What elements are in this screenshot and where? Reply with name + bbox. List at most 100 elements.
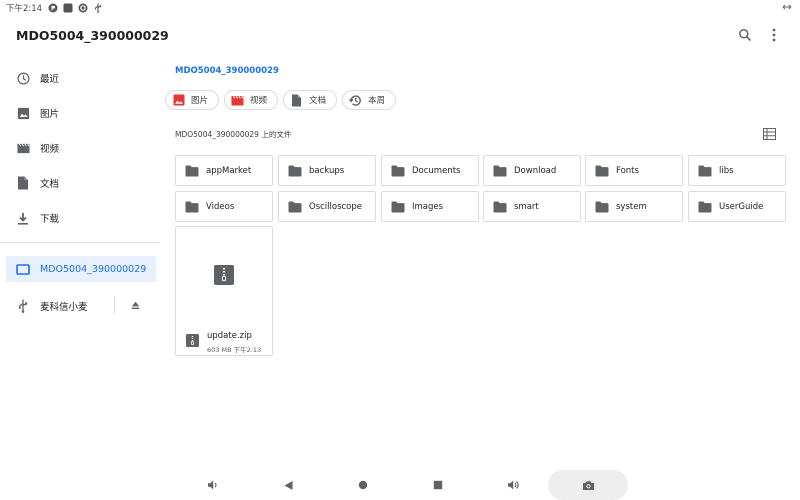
folder-icon [698, 201, 712, 213]
document-icon [290, 94, 303, 107]
navigation-drawer: 最近 图片 视频 文档 下载 MDO5004_390000029 麦科信小麦 [0, 60, 160, 440]
list-view-icon[interactable] [763, 128, 776, 140]
folder-name: Images [412, 201, 444, 212]
sidebar-item-images[interactable]: 图片 [0, 100, 160, 126]
folder-icon [493, 201, 507, 213]
chip-documents[interactable]: 文档 [283, 90, 338, 110]
app-notification-icon [48, 3, 58, 13]
volume-down-icon[interactable] [206, 478, 220, 492]
back-icon[interactable] [281, 478, 295, 492]
sidebar-item-device-storage[interactable]: MDO5004_390000029 [6, 256, 156, 282]
sidebar-item-downloads[interactable]: 下载 [0, 205, 160, 231]
video-icon [16, 141, 30, 155]
camera-icon [582, 480, 595, 491]
breadcrumb[interactable]: MDO5004_390000029 [175, 66, 279, 76]
file-name: update.zip [207, 331, 252, 341]
folder-name: Videos [206, 201, 235, 212]
folder-icon [288, 165, 302, 177]
folder-name: UserGuide [719, 201, 764, 212]
status-bar: 下午2:14 [0, 0, 800, 16]
chip-label: 文档 [309, 96, 327, 106]
image-icon [16, 106, 30, 120]
sidebar-item-label: 视频 [40, 144, 60, 155]
zip-icon [214, 265, 234, 285]
swap-arrows-icon [782, 2, 792, 12]
file-card[interactable]: update.zip 603 MB 下午2:13 [175, 226, 273, 356]
file-meta: 603 MB 下午2:13 [207, 346, 262, 354]
volume-up-icon[interactable] [506, 478, 520, 492]
folder-tile[interactable]: system [585, 191, 683, 222]
folder-tile[interactable]: backups [278, 155, 376, 186]
eject-separator [114, 296, 115, 314]
folder-name: Download [514, 165, 557, 176]
folder-icon [493, 165, 507, 177]
usb-icon [16, 299, 30, 313]
folder-name: Documents [412, 165, 461, 176]
folder-icon [698, 165, 712, 177]
folder-icon [185, 165, 199, 177]
square-notification-icon [63, 3, 73, 13]
folder-icon [391, 165, 405, 177]
home-icon[interactable] [356, 478, 370, 492]
chip-videos[interactable]: 视频 [224, 90, 279, 110]
sidebar-item-documents[interactable]: 文档 [0, 170, 160, 196]
folder-name: smart [514, 201, 539, 212]
filter-chips: 图片 视频 文档 本周 [165, 90, 397, 110]
folder-tile[interactable]: Download [483, 155, 581, 186]
folder-tile[interactable]: appMarket [175, 155, 273, 186]
folder-name: libs [719, 165, 734, 176]
usb-notification-icon [93, 3, 103, 13]
clock-icon [16, 71, 30, 85]
sync-notification-icon [78, 3, 88, 13]
folder-tile[interactable]: Fonts [585, 155, 683, 186]
sidebar-item-label: 最近 [40, 74, 60, 85]
search-icon[interactable] [736, 26, 754, 44]
folder-tile[interactable]: Oscilloscope [278, 191, 376, 222]
app-bar: MDO5004_390000029 [0, 16, 800, 54]
folder-name: Fonts [616, 165, 639, 176]
system-navigation-bar [0, 470, 800, 500]
image-icon [172, 94, 185, 107]
video-icon [231, 94, 244, 107]
sidebar-item-label: 图片 [40, 109, 60, 120]
sidebar-divider-bottom [0, 242, 160, 243]
device-icon [16, 262, 30, 276]
screenshot-button[interactable] [548, 470, 628, 500]
chip-images[interactable]: 图片 [165, 90, 220, 110]
chip-label: 图片 [191, 96, 209, 106]
sidebar-item-recent[interactable]: 最近 [0, 65, 160, 91]
history-icon [349, 94, 362, 107]
folder-icon [185, 201, 199, 213]
folder-icon [595, 165, 609, 177]
zip-icon [186, 334, 199, 347]
folder-tile[interactable]: Images [381, 191, 479, 222]
folder-tile[interactable]: UserGuide [688, 191, 786, 222]
chip-this-week[interactable]: 本周 [342, 90, 397, 110]
folder-name: Oscilloscope [309, 201, 363, 212]
recents-icon[interactable] [431, 478, 445, 492]
page-title: MDO5004_390000029 [16, 28, 169, 43]
sidebar-item-label: MDO5004_390000029 [40, 263, 147, 275]
sidebar-item-label: 下载 [40, 214, 60, 225]
folder-name: system [616, 201, 647, 212]
sidebar-item-videos[interactable]: 视频 [0, 135, 160, 161]
sidebar-item-label: 文档 [40, 179, 60, 190]
folder-tile[interactable]: smart [483, 191, 581, 222]
section-label: MDO5004_390000029 上的文件 [175, 130, 292, 139]
folder-tile[interactable]: libs [688, 155, 786, 186]
folder-icon [288, 201, 302, 213]
folder-tile[interactable]: Videos [175, 191, 273, 222]
folder-icon [391, 201, 405, 213]
folder-tile[interactable]: Documents [381, 155, 479, 186]
chip-label: 视频 [250, 96, 268, 106]
chip-label: 本周 [368, 96, 386, 106]
download-icon [16, 211, 30, 225]
document-icon [16, 176, 30, 190]
folder-icon [595, 201, 609, 213]
folder-name: backups [309, 165, 345, 176]
sidebar-item-label: 麦科信小麦 [40, 302, 88, 313]
eject-icon[interactable] [128, 298, 142, 312]
folder-name: appMarket [206, 165, 252, 176]
more-vert-icon[interactable] [765, 26, 783, 44]
status-time: 下午2:14 [6, 4, 43, 14]
